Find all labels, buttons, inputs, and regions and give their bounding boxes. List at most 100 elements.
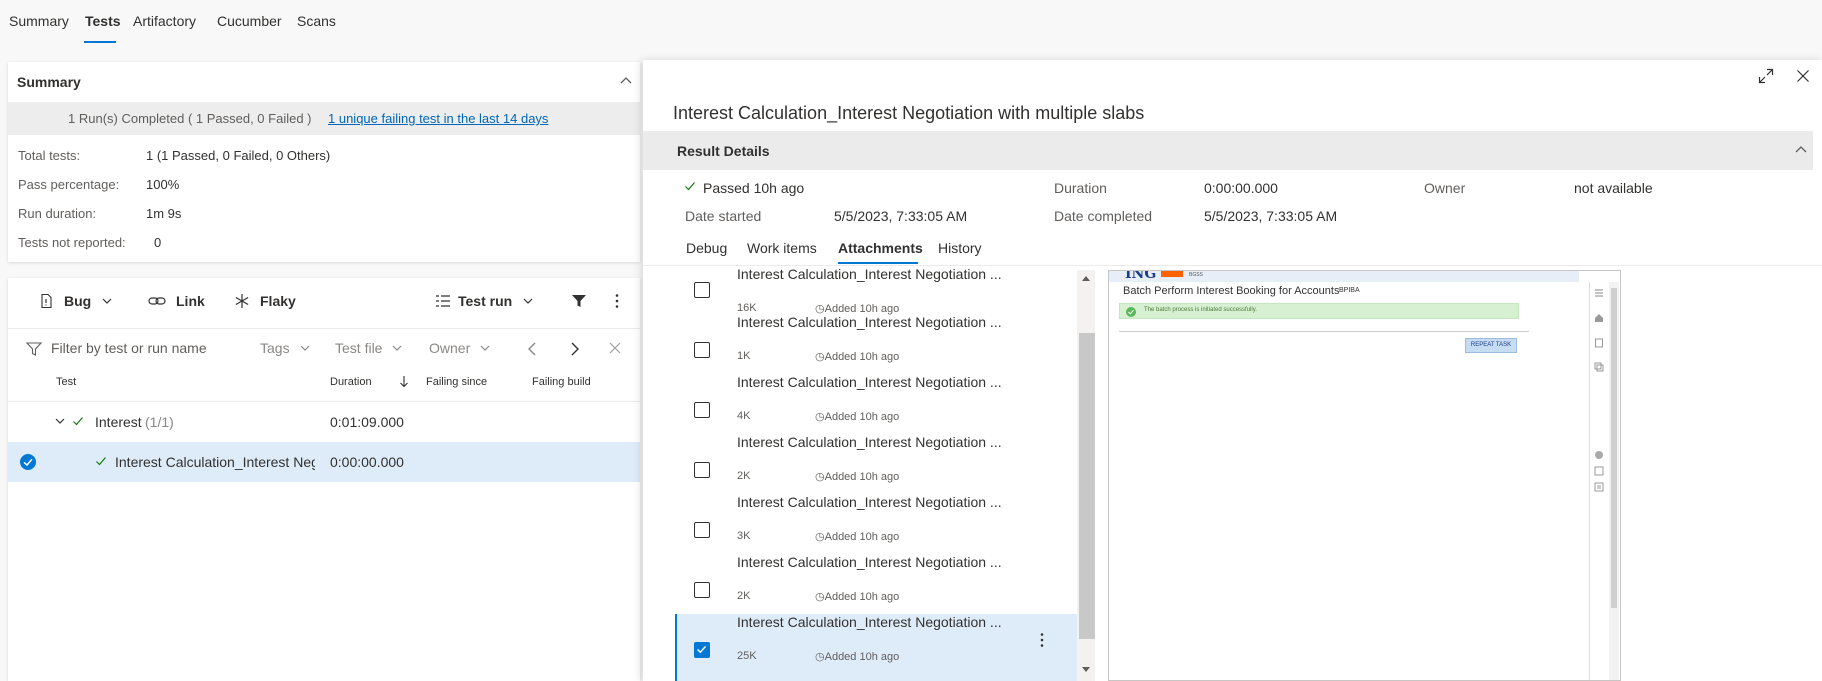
attachment-checkbox[interactable] [694,582,710,598]
group-name: Interest [95,414,142,430]
expand-icon[interactable] [1758,68,1774,84]
copy-icon [1594,362,1604,372]
attachment-item[interactable]: Interest Calculation_Interest Negotiatio… [675,314,1083,374]
attachment-checkbox[interactable] [694,282,710,298]
snowflake-icon [234,293,250,309]
filter-input[interactable]: Filter by test or run name [51,340,207,356]
attachment-size: 25K [737,650,757,662]
attachment-name: Interest Calculation_Interest Negotiatio… [737,374,1002,390]
more-vertical-icon [615,293,619,309]
preview-code: BPIBA [1339,287,1360,294]
chevron-up-icon[interactable] [1794,143,1808,157]
tab-cucumber[interactable]: Cucumber [217,13,282,29]
close-icon[interactable] [608,341,622,355]
tab-history[interactable]: History [938,240,982,256]
attachment-item[interactable]: Interest Calculation_Interest Negotiatio… [675,494,1083,554]
scrollbar-thumb[interactable] [1079,333,1095,639]
more-vertical-icon[interactable] [1040,632,1044,648]
lion-logo-icon [1161,271,1183,277]
tab-artifactory[interactable]: Artifactory [133,13,196,29]
attachment-item[interactable]: Interest Calculation_Interest Negotiatio… [675,374,1083,434]
test-group-row[interactable]: Interest (1/1) 0:01:09.000 [8,402,640,442]
selected-check-icon[interactable] [20,454,36,470]
owner-filter-dropdown[interactable]: Owner [429,340,491,356]
attachment-item[interactable]: Interest Calculation_Interest Negotiatio… [675,434,1083,494]
attachment-added: ◷ Added 10h ago [815,590,899,604]
attachment-checkbox[interactable] [694,342,710,358]
chevron-left-icon[interactable] [526,341,540,357]
preview-success-banner: The batch process is initiated successfu… [1119,303,1519,319]
chevron-down-icon [101,295,113,307]
tab-tests[interactable]: Tests [85,13,121,29]
link-button[interactable]: Link [148,288,205,314]
chevron-down-icon[interactable] [55,416,65,426]
clock-icon: ◷ [815,531,825,543]
unique-failing-test-link[interactable]: 1 unique failing test in the last 14 day… [328,111,548,126]
date-started-value: 5/5/2023, 7:33:05 AM [834,208,968,224]
clock-icon: ◷ [815,651,825,663]
flaky-button[interactable]: Flaky [234,288,296,314]
sort-descending-icon[interactable] [399,375,409,388]
bug-label: Bug [64,293,92,309]
column-header-failing-build[interactable]: Failing build [532,376,591,388]
preview-scrollbar [1609,282,1619,680]
attachment-size: 3K [737,530,751,542]
tab-debug[interactable]: Debug [686,240,727,256]
attachment-size: 1K [737,350,751,362]
attachment-name: Interest Calculation_Interest Negotiatio… [737,554,1002,570]
tab-attachments[interactable]: Attachments [838,240,923,256]
result-details-header[interactable]: Result Details [643,131,1813,170]
test-file-filter-dropdown[interactable]: Test file [335,340,403,356]
tags-filter-dropdown[interactable]: Tags [260,340,311,356]
attachment-size: 2K [737,590,751,602]
pass-percentage-value: 100% [146,177,180,192]
group-list-icon [435,294,451,308]
active-tab-indicator [838,262,918,264]
total-tests-value: 1 (1 Passed, 0 Failed, 0 Others) [146,148,331,163]
group-by-test-run-dropdown[interactable]: Test run [435,288,534,314]
scroll-up-arrow-icon[interactable] [1081,274,1091,282]
preview-header: ING BGSS [1109,271,1579,282]
attachments-scrollbar[interactable] [1077,270,1095,681]
test-row[interactable]: Interest Calculation_Interest Neg 0:00:0… [8,442,640,482]
test-results-card: Bug Link Flaky Test run Filter by test o… [8,278,640,681]
chevron-up-icon[interactable] [619,74,633,88]
attachment-item[interactable]: Interest Calculation_Interest Negotiatio… [675,266,1083,315]
column-header-duration[interactable]: Duration [330,376,372,388]
attachment-item-selected[interactable]: Interest Calculation_Interest Negotiatio… [675,614,1083,681]
check-icon [684,180,696,192]
more-options-button[interactable] [615,288,619,314]
tests-not-reported-value: 0 [154,235,162,250]
filter-toggle-button[interactable] [571,288,587,314]
attachment-checkbox[interactable] [694,522,710,538]
bug-button[interactable]: Bug [38,288,113,314]
attachment-preview[interactable]: ING BGSS Batch Perform Interest Booking … [1108,270,1621,681]
tab-scans[interactable]: Scans [297,13,336,29]
chevron-down-icon [391,342,403,354]
check-icon [95,455,107,467]
date-started-label: Date started [685,208,762,224]
attachments-list: Interest Calculation_Interest Negotiatio… [675,266,1083,681]
close-icon[interactable] [1796,69,1810,83]
attachment-checkbox-checked[interactable] [694,642,710,658]
document-icon [1594,338,1604,348]
preview-success-text: The batch process is initiated successfu… [1144,307,1257,313]
chevron-right-icon[interactable] [567,341,581,357]
attachment-checkbox[interactable] [694,462,710,478]
clock-icon: ◷ [815,351,825,363]
attachment-added: ◷ Added 10h ago [815,410,899,424]
duration-label: Duration [1054,180,1107,196]
bug-icon [38,293,54,309]
column-header-failing-since[interactable]: Failing since [426,376,487,388]
attachment-item[interactable]: Interest Calculation_Interest Negotiatio… [675,554,1083,614]
test-name: Interest Calculation_Interest Neg [115,454,315,470]
column-header-test[interactable]: Test [56,376,76,388]
clock-icon: ◷ [815,411,825,423]
tab-summary[interactable]: Summary [9,13,69,29]
attachment-name: Interest Calculation_Interest Negotiatio… [737,434,1002,450]
tab-work-items[interactable]: Work items [747,240,817,256]
attachment-checkbox[interactable] [694,402,710,418]
scroll-down-arrow-icon[interactable] [1081,666,1091,674]
top-tab-bar: Summary Tests Artifactory Cucumber Scans [0,0,645,46]
attachment-added-text: Added 10h ago [824,650,900,663]
